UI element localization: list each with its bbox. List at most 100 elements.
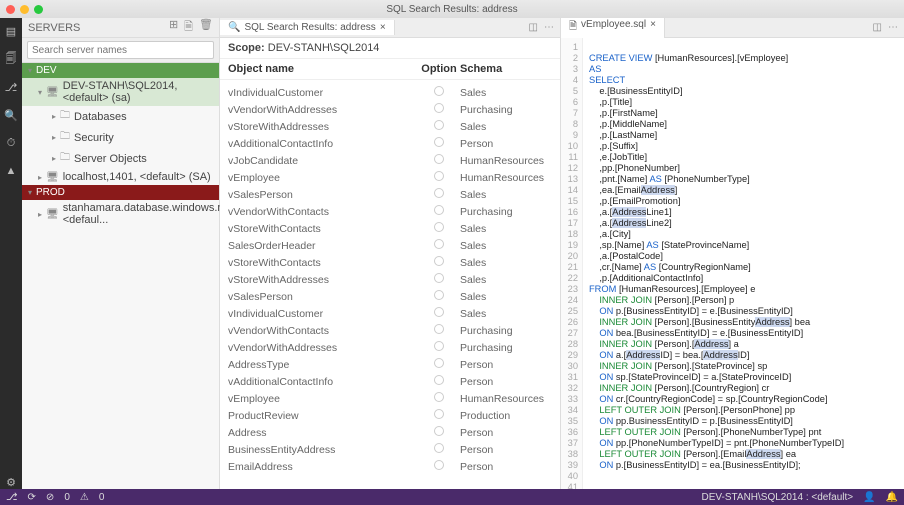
result-row[interactable]: vIndividualCustomerSales [220,84,560,101]
result-row[interactable]: ProductReviewProduction [220,407,560,424]
radio-icon[interactable] [434,137,444,147]
result-option[interactable] [418,307,460,320]
maximize-icon[interactable] [34,5,43,14]
split-icon[interactable]: ◫ [529,22,538,33]
warning-icon[interactable]: ⚠ [80,492,89,503]
radio-icon[interactable] [434,443,444,453]
result-row[interactable]: vIndividualCustomerSales [220,305,560,322]
result-option[interactable] [418,239,460,252]
tree-node-server-objects[interactable]: ▸ 🗀 Server Objects [22,148,219,169]
result-row[interactable]: vSalesPersonSales [220,186,560,203]
result-row[interactable]: vStoreWithAddressesSales [220,118,560,135]
result-row[interactable]: AddressPerson [220,424,560,441]
radio-icon[interactable] [434,409,444,419]
group-prod[interactable]: ▾ PROD [22,185,219,200]
radio-icon[interactable] [434,120,444,130]
result-row[interactable]: vVendorWithContactsPurchasing [220,322,560,339]
server-node-localhost[interactable]: ▸ 🖥 localhost,1401, <default> (SA) [22,169,219,185]
group-dev[interactable]: ▾ DEV [22,63,219,78]
radio-icon[interactable] [434,239,444,249]
result-row[interactable]: vStoreWithAddressesSales [220,271,560,288]
radio-icon[interactable] [434,273,444,283]
result-option[interactable] [418,324,460,337]
tab-vemployee[interactable]: 🗎 vEmployee.sql × [561,17,665,38]
result-option[interactable] [418,188,460,201]
result-option[interactable] [418,443,460,456]
close-icon[interactable] [6,5,15,14]
result-row[interactable]: EmailAddressPerson [220,458,560,475]
radio-icon[interactable] [434,426,444,436]
radio-icon[interactable] [434,341,444,351]
radio-icon[interactable] [434,256,444,266]
result-option[interactable] [418,358,460,371]
result-row[interactable]: vStoreWithContactsSales [220,220,560,237]
new-query-icon[interactable]: 🗎 [184,18,193,37]
user-icon[interactable]: 👤 [863,492,875,503]
radio-icon[interactable] [434,460,444,470]
server-node-dev[interactable]: ▾ 🖥 DEV-STANH\SQL2014, <default> (sa) [22,78,219,106]
radio-icon[interactable] [434,375,444,385]
result-option[interactable] [418,375,460,388]
explorer-icon[interactable]: 🗐 [4,52,18,66]
result-option[interactable] [418,120,460,133]
result-option[interactable] [418,460,460,473]
radio-icon[interactable] [434,392,444,402]
gear-icon[interactable]: ⚙ [4,475,18,489]
servers-icon[interactable]: ▤ [4,24,18,38]
bell-icon[interactable]: 🔔 [886,492,898,503]
result-row[interactable]: vAdditionalContactInfoPerson [220,373,560,390]
new-connection-icon[interactable]: ⊞ [169,18,178,37]
radio-icon[interactable] [434,86,444,96]
result-option[interactable] [418,426,460,439]
result-option[interactable] [418,290,460,303]
connection-label[interactable]: DEV-STANH\SQL2014 : <default> [702,492,854,503]
sync-icon[interactable]: ⟳ [28,492,36,503]
tree-node-security[interactable]: ▸ 🗀 Security [22,127,219,148]
result-option[interactable] [418,392,460,405]
radio-icon[interactable] [434,324,444,334]
radio-icon[interactable] [434,188,444,198]
result-row[interactable]: vEmployeeHumanResources [220,169,560,186]
search-icon[interactable]: 🔍 [4,108,18,122]
radio-icon[interactable] [434,205,444,215]
more-icon[interactable]: ⋯ [544,22,554,33]
source-control-icon[interactable]: ⎇ [4,80,18,94]
result-option[interactable] [418,341,460,354]
result-row[interactable]: vStoreWithContactsSales [220,254,560,271]
minimize-icon[interactable] [20,5,29,14]
result-option[interactable] [418,103,460,116]
result-row[interactable]: vSalesPersonSales [220,288,560,305]
radio-icon[interactable] [434,307,444,317]
result-row[interactable]: vVendorWithContactsPurchasing [220,203,560,220]
result-option[interactable] [418,137,460,150]
code-editor[interactable]: 1 2 3 4 5 6 7 8 9 10 11 12 13 14 15 16 1… [561,38,904,489]
more-icon[interactable]: ⋯ [888,22,898,33]
radio-icon[interactable] [434,103,444,113]
result-row[interactable]: SalesOrderHeaderSales [220,237,560,254]
result-option[interactable] [418,256,460,269]
split-icon[interactable]: ◫ [873,22,882,33]
result-row[interactable]: vAdditionalContactInfoPerson [220,135,560,152]
result-option[interactable] [418,222,460,235]
result-option[interactable] [418,86,460,99]
tab-sql-search-results[interactable]: 🔍 SQL Search Results: address × [220,20,395,35]
git-branch-icon[interactable]: ⎇ [6,492,18,503]
result-row[interactable]: vJobCandidateHumanResources [220,152,560,169]
chart-icon[interactable]: ▲ [4,164,18,178]
result-row[interactable]: vVendorWithAddressesPurchasing [220,101,560,118]
refresh-icon[interactable]: 🗑 [199,18,213,37]
result-row[interactable]: vEmployeeHumanResources [220,390,560,407]
radio-icon[interactable] [434,171,444,181]
result-option[interactable] [418,409,460,422]
result-option[interactable] [418,171,460,184]
result-row[interactable]: BusinessEntityAddressPerson [220,441,560,458]
history-icon[interactable]: ⏱ [4,136,18,150]
error-icon[interactable]: ⊘ [46,492,54,503]
radio-icon[interactable] [434,290,444,300]
result-option[interactable] [418,273,460,286]
result-option[interactable] [418,154,460,167]
results-list[interactable]: vIndividualCustomerSalesvVendorWithAddre… [220,80,560,489]
result-row[interactable]: vVendorWithAddressesPurchasing [220,339,560,356]
radio-icon[interactable] [434,154,444,164]
radio-icon[interactable] [434,358,444,368]
